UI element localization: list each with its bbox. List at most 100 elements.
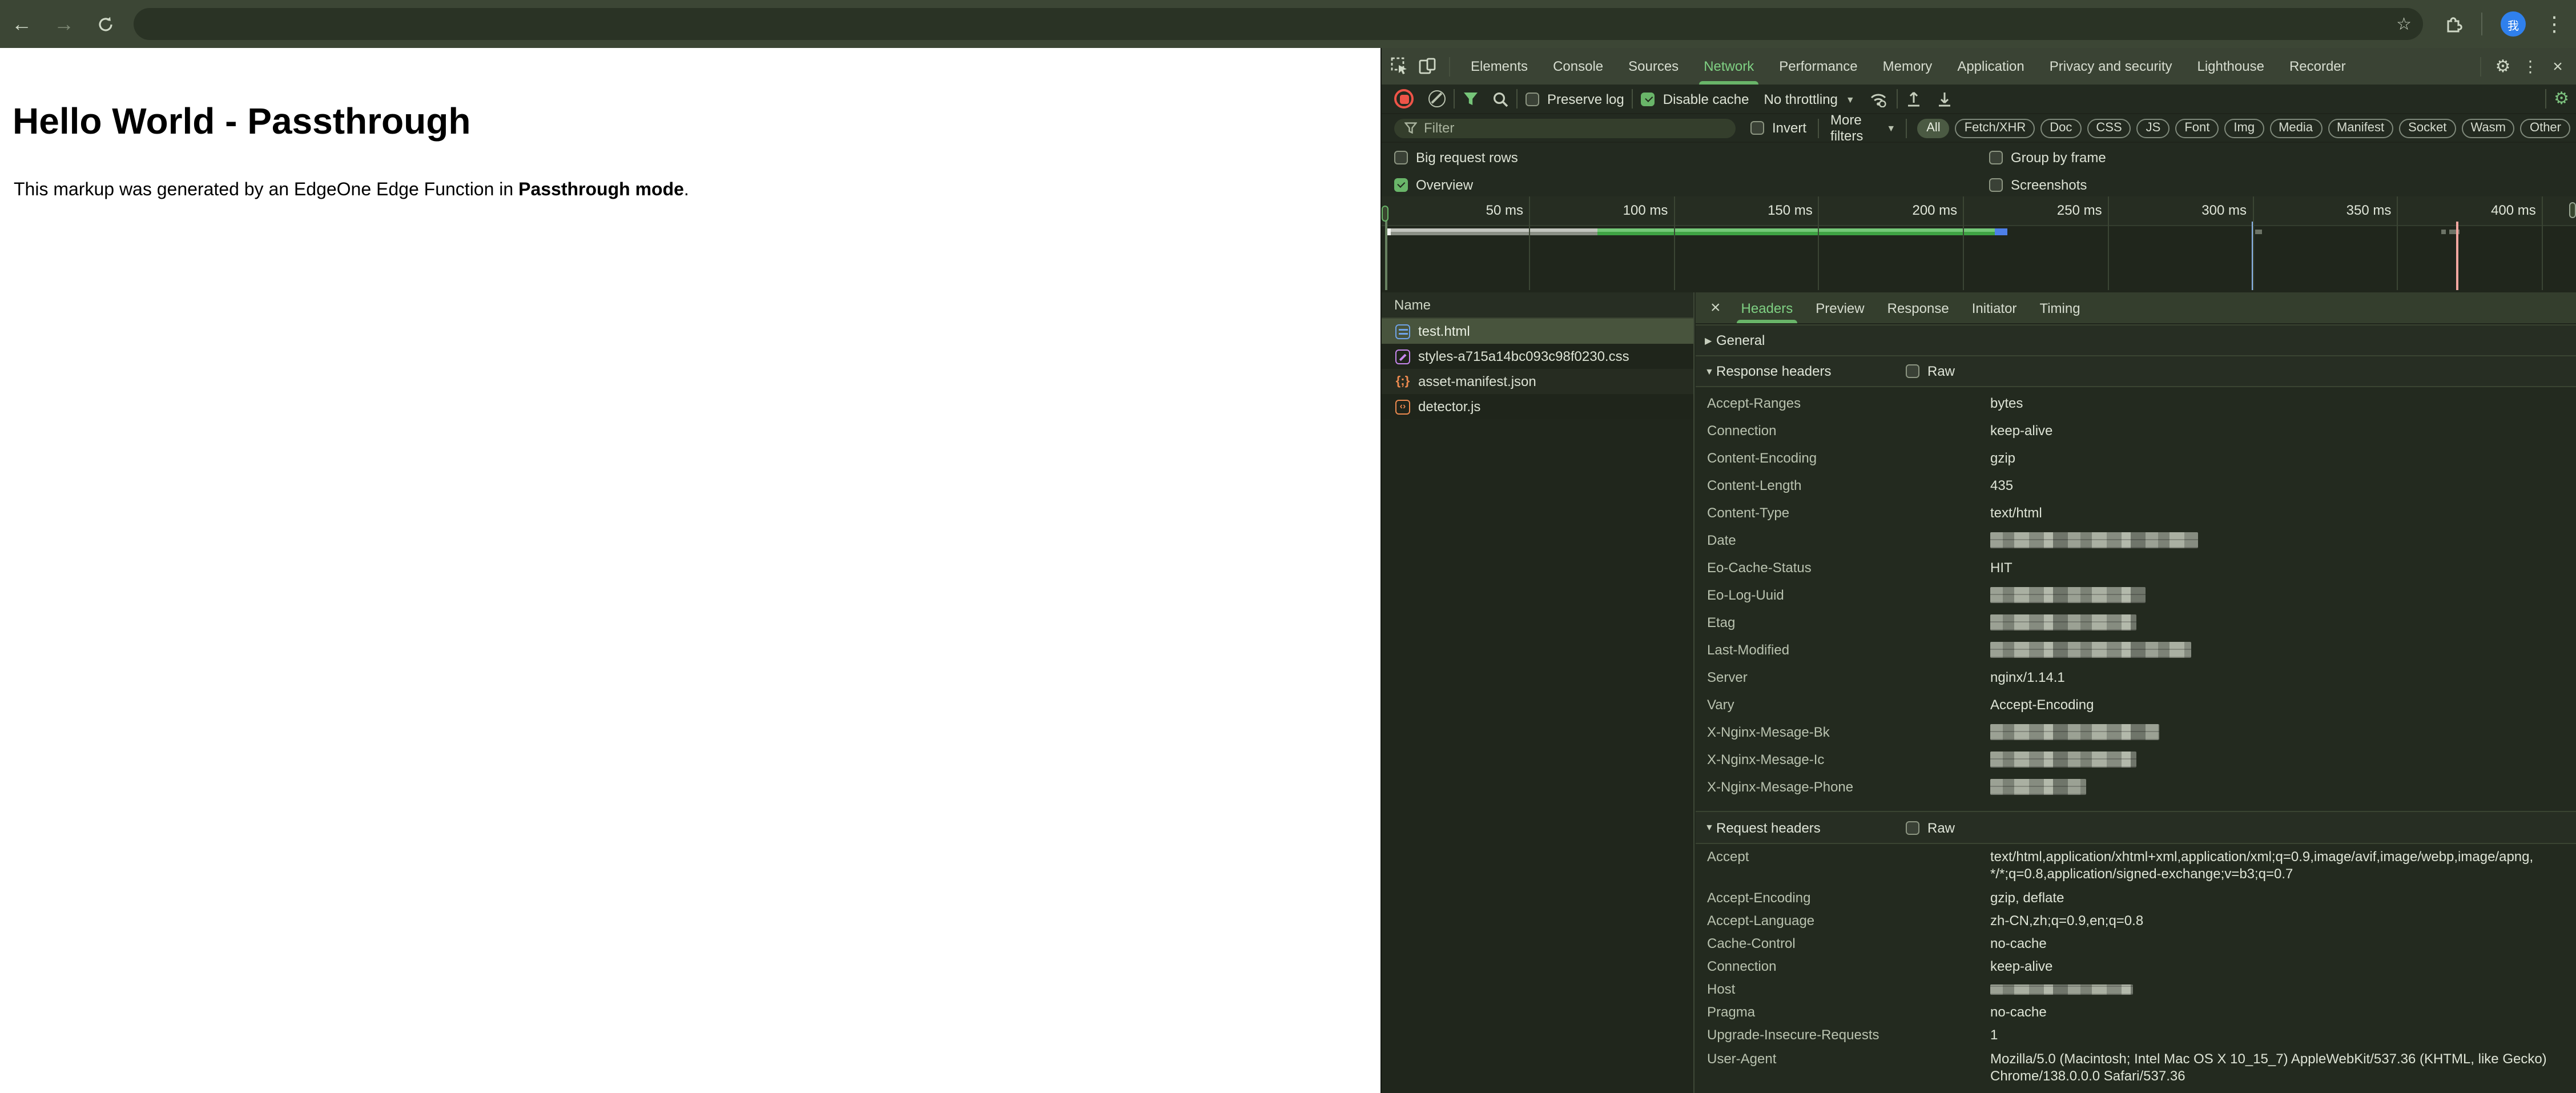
back-icon[interactable]: ← [7,0,37,48]
response-headers-section-header[interactable]: ▼ Response headers Raw [1696,355,2576,387]
chip-fetch-xhr[interactable]: Fetch/XHR [1955,118,2035,138]
details-tab-preview[interactable]: Preview [1804,292,1875,323]
header-row-server[interactable]: Server nginx/1.14.1 [1696,664,2576,691]
tab-recorder[interactable]: Recorder [2277,48,2358,85]
inspect-element-icon[interactable] [1386,53,1414,80]
invert-checkbox[interactable] [1750,121,1764,135]
invert-label: Invert [1772,120,1807,136]
header-row-accept-ranges[interactable]: Accept-Ranges bytes [1696,389,2576,417]
big-request-rows-checkbox[interactable] [1394,151,1408,164]
chip-manifest[interactable]: Manifest [2328,118,2394,138]
forward-icon[interactable]: → [49,0,79,48]
stop-recording-icon[interactable] [1394,89,1414,109]
settings-gear-icon[interactable]: ⚙ [2489,53,2517,80]
overview-right-handle[interactable] [2569,202,2576,218]
export-har-icon[interactable] [1937,90,1953,107]
network-conditions-icon[interactable] [1870,91,1889,107]
request-table-header[interactable]: Name [1382,292,1693,319]
request-row-detector-js[interactable]: ‹› detector.js [1382,394,1693,419]
details-tab-timing[interactable]: Timing [2028,292,2091,323]
header-row-upgrade-insecure-requests[interactable]: Upgrade-Insecure-Requests 1 [1696,1023,2576,1046]
header-row-user-agent[interactable]: User-Agent Mozilla/5.0 (Macintosh; Intel … [1696,1046,2576,1093]
header-row-pragma[interactable]: Pragma no-cache [1696,1000,2576,1023]
overview-checkbox[interactable] [1394,178,1408,191]
bookmark-star-icon[interactable]: ☆ [2396,14,2412,34]
chip-font[interactable]: Font [2175,118,2219,138]
details-tab-response[interactable]: Response [1876,292,1961,323]
profile-avatar[interactable]: 我 [2501,11,2526,37]
header-name: Content-Length [1707,477,1802,493]
search-icon[interactable] [1492,91,1508,107]
response-raw-checkbox[interactable] [1906,364,1919,378]
screenshots-checkbox[interactable] [1989,178,2003,191]
preserve-log-checkbox[interactable] [1526,92,1539,106]
header-row-x-nginx-mesage-phone[interactable]: X-Nginx-Mesage-Phone [1696,773,2576,801]
close-details-icon[interactable]: × [1710,298,1721,318]
browser-menu-kebab-icon[interactable]: ⋮ [2539,0,2569,48]
details-tab-initiator[interactable]: Initiator [1961,292,2028,323]
network-overview-timeline[interactable]: 50 ms 100 ms 150 ms 200 ms 250 ms 300 ms 350 m… [1382,196,2576,292]
url-bar[interactable]: ☆ [134,8,2423,40]
header-row-connection[interactable]: Connection keep-alive [1696,417,2576,444]
header-row-content-type[interactable]: Content-Type text/html [1696,499,2576,527]
filter-funnel-icon[interactable] [1463,91,1479,106]
details-tab-headers[interactable]: Headers [1730,292,1805,323]
general-section-header[interactable]: ▶ General [1696,324,2576,356]
header-row-accept-language[interactable]: Accept-Language zh-CN,zh;q=0.9,en;q=0.8 [1696,909,2576,932]
chip-media[interactable]: Media [2269,118,2322,138]
tab-elements[interactable]: Elements [1458,48,1540,85]
disable-cache-checkbox[interactable] [1641,92,1655,106]
reload-icon[interactable] [90,0,120,48]
tab-application[interactable]: Application [1945,48,2036,85]
chip-css[interactable]: CSS [2087,118,2131,138]
chip-all[interactable]: All [1917,118,1950,138]
tab-privacy-and-security[interactable]: Privacy and security [2037,48,2185,85]
header-row-eo-cache-status[interactable]: Eo-Cache-Status HIT [1696,554,2576,581]
header-row-x-nginx-mesage-bk[interactable]: X-Nginx-Mesage-Bk [1696,718,2576,746]
tab-sources[interactable]: Sources [1616,48,1691,85]
header-row-content-encoding[interactable]: Content-Encoding gzip [1696,444,2576,472]
chip-img[interactable]: Img [2224,118,2264,138]
tab-lighthouse[interactable]: Lighthouse [2185,48,2277,85]
group-by-frame-checkbox[interactable] [1989,151,2003,164]
request-raw-checkbox[interactable] [1906,821,1919,834]
header-row-accept-encoding[interactable]: Accept-Encoding gzip, deflate [1696,886,2576,909]
header-row-etag[interactable]: Etag [1696,609,2576,636]
tab-network[interactable]: Network [1691,48,1766,85]
header-row-connection[interactable]: Connection keep-alive [1696,955,2576,978]
request-headers-section-header[interactable]: ▼ Request headers Raw [1696,811,2576,844]
devtools-menu-kebab-icon[interactable]: ⋮ [2517,53,2544,80]
network-settings-gear-icon[interactable]: ⚙ [2554,90,2569,107]
request-row-asset-manifest-json[interactable]: {;} asset-manifest.json [1382,369,1693,394]
header-row-x-nginx-mesage-ic[interactable]: X-Nginx-Mesage-Ic [1696,746,2576,773]
extensions-puzzle-icon[interactable] [2439,0,2469,48]
tab-performance[interactable]: Performance [1766,48,1870,85]
tab-console[interactable]: Console [1540,48,1616,85]
request-row-styles-a715a14bc093c98f0230-css[interactable]: styles-a715a14bc093c98f0230.css [1382,344,1693,369]
tab-memory[interactable]: Memory [1870,48,1945,85]
filter-input[interactable]: Filter [1394,118,1736,138]
header-row-date[interactable]: Date [1696,527,2576,554]
device-toolbar-icon[interactable] [1414,53,1441,80]
header-row-vary[interactable]: Vary Accept-Encoding [1696,691,2576,718]
header-row-accept[interactable]: Accept text/html,application/xhtml+xml,ap… [1696,844,2576,886]
header-row-eo-log-uuid[interactable]: Eo-Log-Uuid [1696,581,2576,609]
overview-left-handle[interactable] [1382,206,1388,222]
more-filters-button[interactable]: More filters [1830,112,1878,144]
header-row-host[interactable]: Host [1696,978,2576,1000]
chip-js[interactable]: JS [2136,118,2170,138]
chip-doc[interactable]: Doc [2040,118,2082,138]
header-row-cache-control[interactable]: Cache-Control no-cache [1696,932,2576,955]
name-column-header[interactable]: Name [1394,297,1431,313]
close-devtools-icon[interactable]: × [2544,53,2571,80]
throttling-select[interactable]: No throttling [1764,91,1838,107]
request-name: styles-a715a14bc093c98f0230.css [1418,348,1629,364]
chip-socket[interactable]: Socket [2399,118,2456,138]
chip-wasm[interactable]: Wasm [2461,118,2515,138]
import-har-icon[interactable] [1906,90,1922,107]
header-row-content-length[interactable]: Content-Length 435 [1696,472,2576,499]
header-row-last-modified[interactable]: Last-Modified [1696,636,2576,664]
chip-other[interactable]: Other [2520,118,2570,138]
clear-network-log-icon[interactable] [1428,90,1446,107]
request-row-test-html[interactable]: test.html [1382,319,1693,344]
